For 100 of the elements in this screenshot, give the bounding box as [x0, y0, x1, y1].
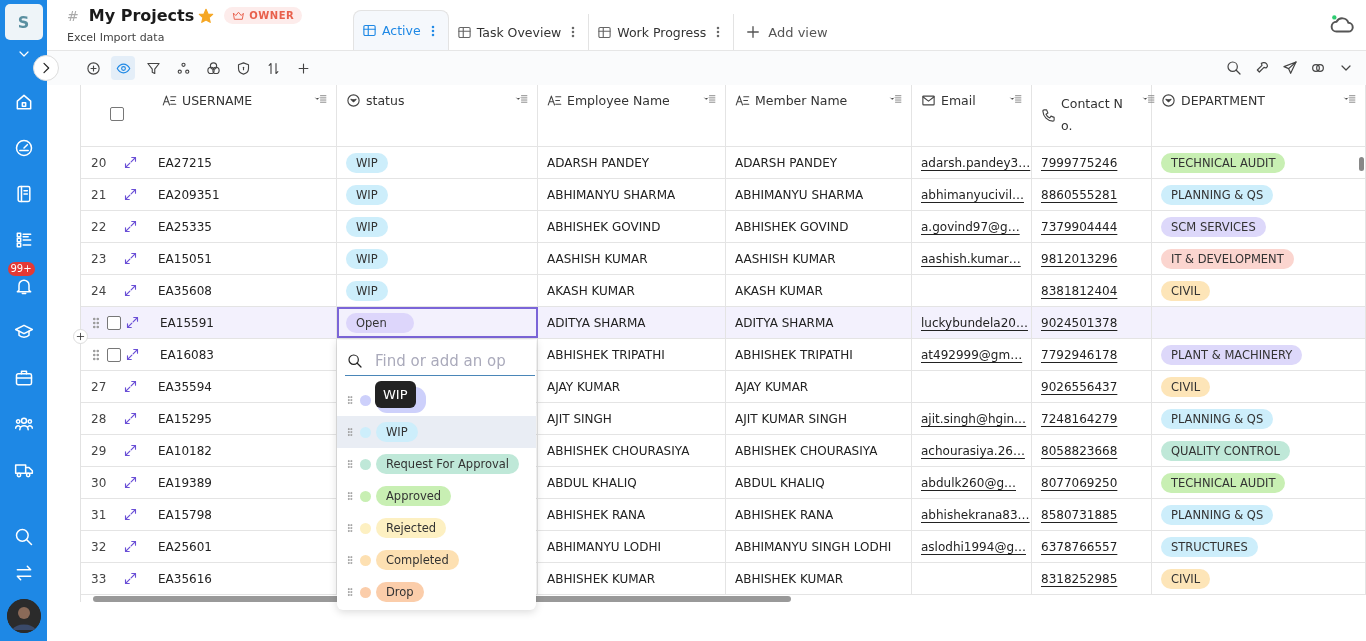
expand-icon[interactable] [123, 443, 138, 458]
wrench-icon[interactable] [1254, 60, 1270, 76]
status-tag[interactable]: WIP [346, 152, 388, 173]
table-cell: ABDUL KHALIQ [735, 475, 825, 490]
email-link[interactable]: luckybundela20… [921, 315, 1028, 330]
drag-handle-icon[interactable] [345, 395, 355, 405]
column-header[interactable]: Member Name [755, 93, 848, 108]
column-header[interactable]: Contact N o. [1061, 93, 1137, 137]
status-tag[interactable]: WIP [346, 248, 388, 269]
column-menu-icon[interactable] [314, 93, 327, 106]
phone-link[interactable]: 8318252985 [1041, 571, 1118, 586]
drag-handle-icon[interactable] [345, 523, 355, 533]
text-field-icon [162, 93, 177, 108]
dropdown-option[interactable]: Rejected [337, 512, 536, 544]
column-menu-icon[interactable] [515, 93, 528, 106]
column-menu-icon[interactable] [1142, 93, 1155, 106]
department-tag: SCM SERVICES [1161, 216, 1266, 237]
expand-icon[interactable] [125, 347, 140, 362]
dropdown-option[interactable]: Approved [337, 480, 536, 512]
drag-handle-icon[interactable] [345, 427, 355, 437]
view-tab[interactable]: Work Progress [589, 14, 735, 50]
phone-link[interactable]: 7792946178 [1041, 347, 1118, 362]
search-icon[interactable] [13, 527, 34, 547]
star-icon[interactable] [198, 7, 215, 24]
row-checkbox[interactable] [107, 315, 121, 330]
phone-link[interactable]: 7999775246 [1041, 155, 1118, 170]
phone-link[interactable]: 7379904444 [1041, 219, 1118, 234]
table-cell: ABHISHEK GOVIND [547, 219, 661, 234]
phone-link[interactable]: 6378766557 [1041, 539, 1118, 554]
email-link[interactable]: abhishekrana83… [921, 507, 1030, 522]
expand-icon[interactable] [123, 379, 138, 394]
column-menu-icon[interactable] [703, 93, 716, 106]
phone-link[interactable]: 7248164279 [1041, 411, 1118, 426]
column-menu-icon[interactable] [1009, 93, 1022, 106]
table-cell: EA25335 [158, 219, 212, 234]
dropdown-option[interactable]: Completed [337, 544, 536, 576]
option-search-field[interactable]: Find or add an op [345, 346, 535, 376]
dropdown-option[interactable]: Request For Approval [337, 448, 536, 480]
drag-handle-icon[interactable] [345, 587, 355, 597]
dropdown-option[interactable]: Drop [337, 576, 536, 608]
gauge-icon[interactable] [13, 138, 34, 158]
column-header[interactable]: status [366, 93, 405, 108]
search-icon[interactable] [1226, 60, 1242, 76]
view-tab[interactable]: Active [353, 10, 449, 50]
add-row-button[interactable] [73, 329, 88, 344]
expand-icon[interactable] [125, 315, 140, 330]
expand-icon[interactable] [123, 251, 138, 266]
phone-link[interactable]: 8860555281 [1041, 187, 1118, 202]
expand-icon[interactable] [123, 507, 138, 522]
phone-link[interactable]: 8381812404 [1041, 283, 1118, 298]
phone-link[interactable]: 9024501378 [1041, 315, 1118, 330]
expand-icon[interactable] [123, 187, 138, 202]
dropdown-option[interactable]: WIP [337, 416, 536, 448]
expand-icon[interactable] [123, 155, 138, 170]
email-link[interactable]: ajit.singh@hgin… [921, 411, 1027, 426]
expand-icon[interactable] [123, 475, 138, 490]
expand-icon[interactable] [123, 539, 138, 554]
column-header[interactable]: Employee Name [567, 93, 670, 108]
row-checkbox[interactable] [107, 347, 121, 362]
email-link[interactable]: adarsh.pandey3… [921, 155, 1031, 170]
expand-icon[interactable] [123, 283, 138, 298]
status-tag[interactable]: WIP [346, 280, 388, 301]
select-all-checkbox[interactable] [110, 107, 124, 121]
avatar[interactable] [6, 599, 41, 633]
drag-handle-icon[interactable] [345, 459, 355, 469]
phone-link[interactable]: 8077069250 [1041, 475, 1118, 490]
expand-icon[interactable] [123, 219, 138, 234]
phone-link[interactable]: 9812013296 [1041, 251, 1118, 266]
email-link[interactable]: aashish.kumar… [921, 251, 1021, 266]
email-link[interactable]: achourasiya.26… [921, 443, 1025, 458]
view-tab[interactable]: Task Oveview [448, 14, 590, 50]
email-link[interactable]: at492999@gm… [921, 347, 1023, 362]
briefcase-icon[interactable] [13, 368, 34, 388]
status-tag[interactable]: WIP [346, 184, 388, 205]
column-header[interactable]: DEPARTMENT [1181, 93, 1265, 108]
expand-sidebar-button[interactable] [33, 55, 59, 81]
column-header[interactable]: USERNAME [182, 93, 253, 108]
status-tag[interactable]: Open [346, 312, 414, 333]
column-menu-icon[interactable] [1343, 93, 1356, 106]
add-view-button[interactable]: Add view [734, 14, 838, 50]
send-icon[interactable] [1282, 60, 1298, 76]
phone-link[interactable]: 8058823668 [1041, 443, 1118, 458]
table-cell: EA35608 [158, 283, 212, 298]
phone-link[interactable]: 9026556437 [1041, 379, 1118, 394]
status-tag[interactable]: WIP [346, 216, 388, 237]
expand-icon[interactable] [123, 411, 138, 426]
table-cell: ABHISHEK CHOURASIYA [547, 443, 690, 458]
department-tag: TECHNICAL AUDIT [1161, 472, 1286, 493]
drag-handle-icon[interactable] [345, 491, 355, 501]
phone-link[interactable]: 8580731885 [1041, 507, 1118, 522]
column-header[interactable]: Email [941, 93, 976, 108]
email-link[interactable]: abhimanyucivil… [921, 187, 1024, 202]
eye-icon[interactable] [111, 56, 135, 80]
email-link[interactable]: abdulk260@g… [921, 475, 1016, 490]
email-link[interactable]: a.govind97@g… [921, 219, 1020, 234]
email-link[interactable]: aslodhi1994@g… [921, 539, 1026, 554]
drag-handle-icon[interactable] [345, 555, 355, 565]
expand-icon[interactable] [123, 571, 138, 586]
column-menu-icon[interactable] [889, 93, 902, 106]
vertical-scrollbar[interactable] [1359, 157, 1364, 171]
